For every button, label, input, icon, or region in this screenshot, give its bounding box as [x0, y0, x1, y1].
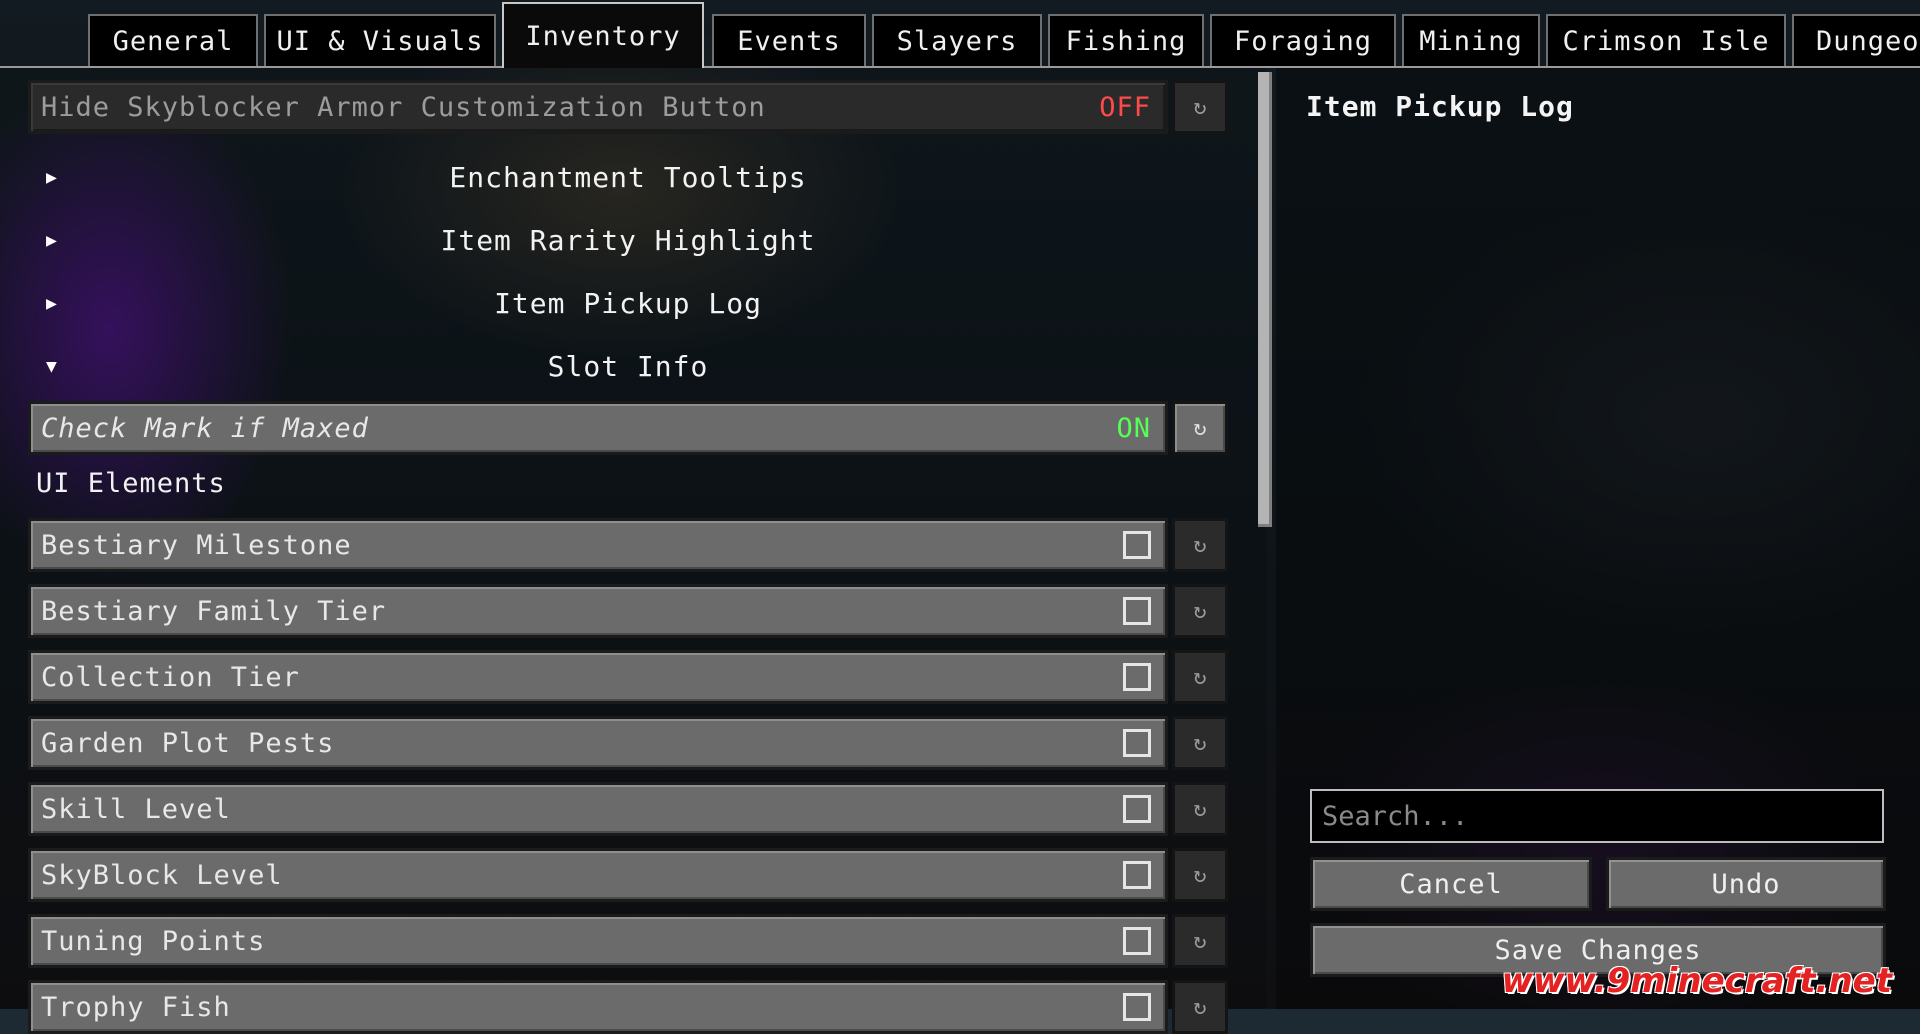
checkbox[interactable]	[1123, 993, 1151, 1021]
group-label: Slot Info	[547, 349, 709, 383]
option-label: Check Mark if Maxed	[41, 412, 369, 444]
collapse-arrow-icon: ▼	[46, 355, 58, 377]
reset-button[interactable]: ↻	[1172, 518, 1228, 572]
option-label: Bestiary Family Tier	[41, 595, 387, 627]
tab-inventory[interactable]: Inventory	[502, 2, 704, 68]
group-label: Item Pickup Log	[494, 286, 762, 320]
list-item[interactable]: Trophy Fish	[28, 980, 1168, 1034]
toggle-state-on[interactable]: ON	[1116, 413, 1151, 444]
tab-ui-visuals[interactable]: UI & Visuals	[264, 14, 496, 66]
list-item[interactable]: SkyBlock Level	[28, 848, 1168, 902]
reset-button[interactable]: ↻	[1172, 980, 1228, 1034]
group-slot-info[interactable]: ▼ Slot Info	[28, 343, 1228, 389]
checkbox[interactable]	[1123, 927, 1151, 955]
group-item-rarity-highlight[interactable]: ▶ Item Rarity Highlight	[28, 217, 1228, 263]
reset-button[interactable]: ↻	[1172, 716, 1228, 770]
toggle-state-off[interactable]: OFF	[1099, 92, 1151, 123]
option-label: Bestiary Milestone	[41, 529, 352, 561]
tab-fishing[interactable]: Fishing	[1048, 14, 1204, 66]
description-panel: Item Pickup Log Cancel Undo Save Changes	[1276, 68, 1920, 1009]
list-item[interactable]: Bestiary Milestone	[28, 518, 1168, 572]
option-label: Hide Skyblocker Armor Customization Butt…	[41, 91, 766, 123]
checkbox[interactable]	[1123, 861, 1151, 889]
tab-events[interactable]: Events	[712, 14, 866, 66]
checkbox[interactable]	[1123, 531, 1151, 559]
list-item[interactable]: Garden Plot Pests	[28, 716, 1168, 770]
reset-button[interactable]: ↻	[1172, 650, 1228, 704]
tab-foraging[interactable]: Foraging	[1210, 14, 1396, 66]
reset-button[interactable]: ↻	[1172, 401, 1228, 455]
group-item-pickup-log[interactable]: ▶ Item Pickup Log	[28, 280, 1228, 326]
expand-arrow-icon: ▶	[46, 229, 58, 251]
list-item[interactable]: Skill Level	[28, 782, 1168, 836]
scrollbar[interactable]	[1258, 72, 1272, 527]
checkbox[interactable]	[1123, 795, 1151, 823]
reset-button[interactable]: ↻	[1172, 782, 1228, 836]
watermark-text: www.9minecraft.net	[1501, 961, 1892, 1001]
list-item[interactable]: Collection Tier	[28, 650, 1168, 704]
cancel-button[interactable]: Cancel	[1310, 857, 1592, 911]
option-hide-armor-button[interactable]: Hide Skyblocker Armor Customization Butt…	[28, 80, 1168, 134]
search-input[interactable]	[1310, 789, 1884, 843]
expand-arrow-icon: ▶	[46, 166, 58, 188]
description-title: Item Pickup Log	[1306, 90, 1574, 123]
reset-button[interactable]: ↻	[1172, 584, 1228, 638]
option-check-mark-if-maxed[interactable]: Check Mark if Maxed ON	[28, 401, 1168, 455]
reset-button[interactable]: ↻	[1172, 848, 1228, 902]
option-label: Tuning Points	[41, 925, 266, 957]
tab-crimson-isle[interactable]: Crimson Isle	[1546, 14, 1786, 66]
tab-general[interactable]: General	[88, 14, 258, 66]
option-label: SkyBlock Level	[41, 859, 283, 891]
option-label: Garden Plot Pests	[41, 727, 335, 759]
tab-slayers[interactable]: Slayers	[872, 14, 1042, 66]
expand-arrow-icon: ▶	[46, 292, 58, 314]
undo-button[interactable]: Undo	[1606, 857, 1886, 911]
option-label: Trophy Fish	[41, 991, 231, 1023]
option-label: Collection Tier	[41, 661, 300, 693]
group-label: Enchantment Tooltips	[449, 160, 807, 194]
checkbox[interactable]	[1123, 729, 1151, 757]
tab-bar: General UI & Visuals Inventory Events Sl…	[0, 0, 1920, 68]
group-enchantment-tooltips[interactable]: ▶ Enchantment Tooltips	[28, 154, 1228, 200]
options-list: Hide Skyblocker Armor Customization Butt…	[0, 68, 1266, 1034]
option-label: Skill Level	[41, 793, 231, 825]
tab-mining[interactable]: Mining	[1402, 14, 1540, 66]
list-item[interactable]: Tuning Points	[28, 914, 1168, 968]
reset-button[interactable]: ↻	[1172, 914, 1228, 968]
list-item[interactable]: Bestiary Family Tier	[28, 584, 1168, 638]
tab-dungeons[interactable]: Dungeons	[1792, 14, 1920, 66]
section-label-ui-elements: UI Elements	[36, 468, 226, 499]
reset-button[interactable]: ↻	[1172, 80, 1228, 134]
checkbox[interactable]	[1123, 663, 1151, 691]
group-label: Item Rarity Highlight	[440, 223, 816, 257]
checkbox[interactable]	[1123, 597, 1151, 625]
